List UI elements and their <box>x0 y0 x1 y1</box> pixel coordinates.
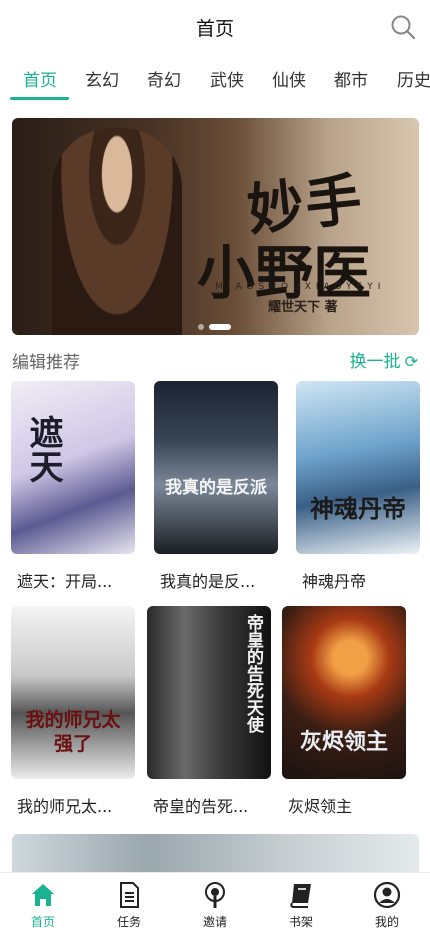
nav-bookshelf[interactable]: 书架 <box>258 873 344 933</box>
book-cover: 我真的是反派 <box>154 381 278 554</box>
banner-character-art <box>52 128 182 335</box>
refresh-button[interactable]: 换一批 ⟳ <box>350 347 418 372</box>
nav-task-label: 任务 <box>116 915 141 929</box>
nav-home[interactable]: 首页 <box>0 873 86 933</box>
cover-title: 神魂丹帝 <box>310 494 406 523</box>
book-title: 神魂丹帝 <box>302 572 367 591</box>
carousel-dot-active[interactable] <box>209 323 231 330</box>
nav-invite-label: 邀请 <box>202 915 227 929</box>
book-title: 遮天：开局... <box>17 572 113 591</box>
book-card[interactable]: 我真的是反派 我真的是反... <box>154 381 278 592</box>
category-tabs: 首页 玄幻 奇幻 武侠 仙侠 都市 历史 <box>0 52 430 102</box>
active-tab-indicator <box>10 97 69 100</box>
tab-lishi[interactable]: 历史 <box>397 66 430 91</box>
book-title: 我真的是反... <box>160 572 256 591</box>
nav-home-label: 首页 <box>30 915 55 929</box>
cover-title: 灰烬领主 <box>299 729 388 755</box>
book-card[interactable]: 帝皇的告死天使 帝皇的告死... <box>147 606 271 817</box>
banner-pinyin: MIAOSHOUXIAOYEYI <box>215 282 386 292</box>
bookshelf-icon <box>290 884 311 908</box>
tab-wuxia[interactable]: 武侠 <box>210 66 244 91</box>
tab-home[interactable]: 首页 <box>23 66 57 91</box>
nav-profile-label: 我的 <box>374 915 399 929</box>
book-title: 我的师兄太... <box>17 797 113 816</box>
book-title: 灰烬领主 <box>288 797 353 816</box>
tab-dushi[interactable]: 都市 <box>334 66 368 91</box>
bottom-nav: 首页 任务 邀请 书架 我的 <box>0 872 430 933</box>
task-icon <box>120 882 139 908</box>
section-title: 编辑推荐 <box>12 353 80 373</box>
tab-xianxia[interactable]: 仙侠 <box>272 66 306 91</box>
book-cover: 灰烬领主 <box>282 606 406 779</box>
book-cover: 帝皇的告死天使 <box>147 606 271 779</box>
refresh-icon: ⟳ <box>404 352 418 371</box>
cover-title: 我真的是反派 <box>165 478 267 498</box>
nav-profile[interactable]: 我的 <box>344 873 430 933</box>
carousel-dot[interactable] <box>198 323 204 330</box>
cover-title: 帝皇的告死天使 <box>243 614 263 733</box>
book-cover: 神魂丹帝 <box>296 381 420 554</box>
book-cover: 遮天 <box>11 381 135 554</box>
book-card[interactable]: 我的师兄太强了 我的师兄太... <box>11 606 135 817</box>
search-icon[interactable] <box>390 14 416 40</box>
book-card[interactable]: 遮天 遮天：开局... <box>11 381 135 592</box>
banner-author: 耀世天下 著 <box>268 300 338 315</box>
book-card[interactable]: 灰烬领主 灰烬领主 <box>282 606 406 817</box>
featured-banner[interactable]: 妙手 小野医 MIAOSHOUXIAOYEYI 耀世天下 著 <box>12 118 419 335</box>
book-card[interactable]: 神魂丹帝 神魂丹帝 <box>296 381 420 592</box>
refresh-label: 换一批 <box>349 352 401 372</box>
nav-task[interactable]: 任务 <box>86 873 172 933</box>
carousel-dots <box>198 316 236 335</box>
home-icon <box>32 884 54 906</box>
book-title: 帝皇的告死... <box>153 797 249 816</box>
nav-invite[interactable]: 邀请 <box>172 873 258 933</box>
tab-xuanhuan[interactable]: 玄幻 <box>85 66 119 91</box>
cover-title: 遮天 <box>23 415 63 483</box>
tab-qihuan[interactable]: 奇幻 <box>147 66 181 91</box>
page-title: 首页 <box>195 18 234 40</box>
invite-icon <box>205 882 225 908</box>
profile-icon <box>373 881 401 909</box>
cover-title: 我的师兄太强了 <box>25 709 121 755</box>
top-bar: 首页 <box>0 0 430 52</box>
nav-bookshelf-label: 书架 <box>288 915 313 929</box>
book-cover: 我的师兄太强了 <box>11 606 135 779</box>
